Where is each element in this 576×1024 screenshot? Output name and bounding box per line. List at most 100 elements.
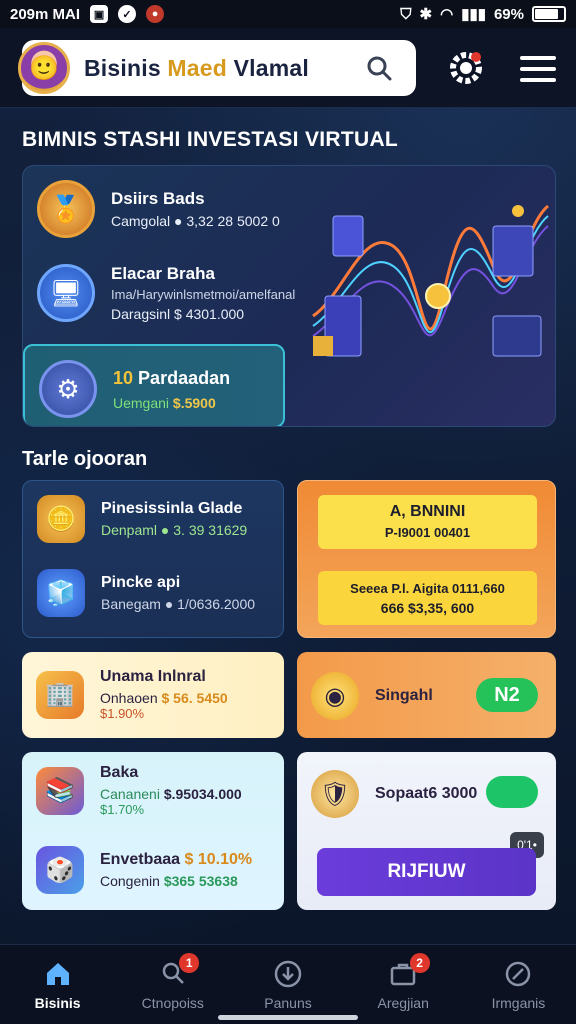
offer-box-1-line2: P-I9001 00401 <box>384 525 471 540</box>
battery-icon <box>532 6 566 22</box>
asset-card-3[interactable]: 🏢 Unama Inlnral Onhaoen $ 56. 5450 $1.90… <box>22 652 284 738</box>
nav-label: Aregjian <box>377 994 429 1011</box>
signal-icon: ▮▮▮ <box>461 6 486 23</box>
row-title: Pinesissinla Glade <box>101 500 243 517</box>
list-item[interactable]: 🧊 Pincke api Banegam ● 1/0636.2000 <box>37 569 255 617</box>
row-value-amount: $365 53638 <box>163 873 238 889</box>
selected-value-amount: $.5900 <box>172 394 216 411</box>
row-value-label: Onhaoen <box>100 690 158 706</box>
cubes-icon: 🎲 <box>36 846 84 894</box>
nav-item-aregjian[interactable]: Aregjian 2 <box>346 945 461 1024</box>
settings-icon <box>506 961 531 986</box>
selected-title-prefix: 10 <box>113 367 134 388</box>
row-value: Banegam ● 1/0636.2000 <box>101 596 256 612</box>
nav-label: Ctnopoiss <box>141 994 204 1011</box>
list-item: 🏢 Unama Inlnral Onhaoen $ 56. 5450 $1.90… <box>36 668 228 721</box>
nav-item-panuns[interactable]: Panuns <box>230 945 345 1024</box>
row-value-amount: $ 56. 5450 <box>161 690 228 706</box>
hero-item-selected[interactable]: ⚙ 10 Pardaadan Uemgani $.5900 <box>23 344 285 426</box>
app-header: 🙂 Bisinis Maed Vlamal <box>0 28 576 108</box>
gear-coin-icon: ⚙ <box>39 360 97 418</box>
download-circle-icon <box>274 960 302 987</box>
brand-accent: Maed <box>167 54 227 81</box>
hero-item-value: Camgolal ● 3,32 28 5002 0 <box>111 213 280 229</box>
home-icon <box>46 962 69 985</box>
row-value: Denpaml ● 3. 39 31629 <box>101 522 248 538</box>
home-indicator <box>218 1015 358 1020</box>
menu-icon[interactable] <box>518 52 558 86</box>
brand-part1: Bisinis <box>84 54 168 81</box>
row-value-amount: $.95034.000 <box>163 786 242 802</box>
selected-title-text: Pardaadan <box>138 367 231 388</box>
page-title: BIMNIS STASHI INVESTASI VIRTUAL <box>22 128 399 151</box>
nav-item-ctnopoiss[interactable]: Ctnopoiss 1 <box>115 945 230 1024</box>
battery-percent: 69% <box>493 5 524 23</box>
offer-box-2-line1: Seeea P.l. Aigita 0111,660 <box>350 581 505 596</box>
nav-label: Irmganis <box>491 994 546 1011</box>
shield-status-icon: ⛉ <box>400 5 412 23</box>
offer-box-1[interactable]: A, BNNINI P-I9001 00401 <box>318 495 537 549</box>
offer-box-1-line1: A, BNNINI <box>389 503 466 520</box>
return-card[interactable]: 🛡 Sopaat6 3000 0'1• RIJFIUW <box>297 752 556 910</box>
hero-panel: 🏅 Dsiirs Bads Camgolal ● 3,32 28 5002 0 … <box>22 165 556 427</box>
brand-title: Bisinis Maed Vlamal <box>84 55 309 82</box>
return-button[interactable]: RIJFIUW <box>317 848 536 896</box>
coin-icon: 🪙 <box>37 495 85 543</box>
row-value: Onhaoen $ 56. 5450 <box>100 690 228 706</box>
row-title-text: Envetbaaa <box>100 851 181 868</box>
gear-icon[interactable] <box>446 48 486 88</box>
list-item[interactable]: 🪙 Pinesissinla Glade Denpaml ● 3. 39 316… <box>37 495 247 543</box>
status-bar: 209m MAI ▣ ✓ ● ⛉ ✱ ◠ ▮▮▮ 69% <box>0 0 576 28</box>
row-value: Congenin $365 53638 <box>100 873 252 889</box>
brand-part2: Vlamal <box>227 54 309 81</box>
nav-label: Panuns <box>264 994 312 1011</box>
list-item: 🛡 Sopaat6 3000 <box>311 770 477 818</box>
hero-item-1[interactable]: 🏅 Dsiirs Bads Camgolal ● 3,32 28 5002 0 <box>37 180 280 238</box>
row-percent: $1.90% <box>100 706 145 721</box>
stack-icon: 📚 <box>36 766 84 815</box>
row-value-label: Congenin <box>100 873 160 889</box>
hero-item-title: Elacar Braha <box>111 264 215 283</box>
investment-graph-illustration <box>312 204 550 357</box>
row-title: Baka <box>100 764 139 781</box>
medal-icon: 🏅 <box>37 180 95 238</box>
blocks-icon: 🧊 <box>37 569 85 617</box>
asset-card-5[interactable]: 📚 Baka Cananeni $.95034.000 $1.70% 🎲 Env… <box>22 752 284 910</box>
coin-icon: ◉ <box>311 672 359 720</box>
list-item[interactable]: 🎲 Envetbaaa $ 10.10% Congenin $365 53638 <box>36 846 252 894</box>
toggle-switch[interactable] <box>486 776 538 808</box>
row-percent: $1.70% <box>100 802 145 817</box>
row-title: Pincke api <box>101 574 181 591</box>
row-title: Sopaat6 3000 <box>375 785 478 802</box>
offer-box-2-line2: 666 $3,35, 600 <box>380 600 475 616</box>
notification-badge: 1 <box>179 953 200 973</box>
section-title: Tarle ojooran <box>22 448 148 470</box>
hero-item-title: Dsiirs Bads <box>111 189 205 208</box>
building-icon: 🏢 <box>36 670 84 719</box>
hero-selected-row: ⚙ 10 Pardaadan Uemgani $.5900 <box>39 360 230 418</box>
portfolio-card-1[interactable]: 🪙 Pinesissinla Glade Denpaml ● 3. 39 316… <box>22 480 284 638</box>
row-title: Unama Inlnral <box>100 668 206 685</box>
hero-item-value: Daragsinl $ 4301.000 <box>111 306 245 322</box>
offer-card[interactable]: A, BNNINI P-I9001 00401 Seeea P.l. Aigit… <box>297 480 556 638</box>
avatar[interactable]: 🙂 <box>18 42 70 94</box>
nav-item-bisinis[interactable]: Bisinis <box>0 945 115 1024</box>
search-icon[interactable] <box>366 55 392 81</box>
nav-label: Bisinis <box>34 994 81 1011</box>
row-title: Envetbaaa $ 10.10% <box>100 851 252 869</box>
list-item[interactable]: 📚 Baka Cananeni $.95034.000 $1.70% <box>36 764 242 817</box>
row-title: Singahl <box>375 687 433 704</box>
signal-pill-button[interactable]: N2 <box>476 678 538 712</box>
monitor-icon: 🖥 <box>37 264 95 322</box>
wifi-icon: ◠ <box>440 6 454 23</box>
shield-coin-icon: 🛡 <box>311 770 359 818</box>
signal-card[interactable]: ◉ Singahl N2 <box>297 652 556 738</box>
search-bar[interactable]: 🙂 Bisinis Maed Vlamal <box>18 40 416 96</box>
list-item: ◉ Singahl <box>311 672 433 720</box>
offer-box-2[interactable]: Seeea P.l. Aigita 0111,660 666 $3,35, 60… <box>318 571 537 625</box>
status-time: 209m MAI <box>10 5 81 23</box>
notification-app-icon-3: ● <box>146 5 165 23</box>
hero-item-sub: Ima/Harywinlsmetmoi/amelfanal <box>111 287 296 302</box>
nav-item-irmganis[interactable]: Irmganis <box>461 945 576 1024</box>
hero-item-2[interactable]: 🖥 Elacar Braha Ima/Harywinlsmetmoi/amelf… <box>37 264 295 322</box>
